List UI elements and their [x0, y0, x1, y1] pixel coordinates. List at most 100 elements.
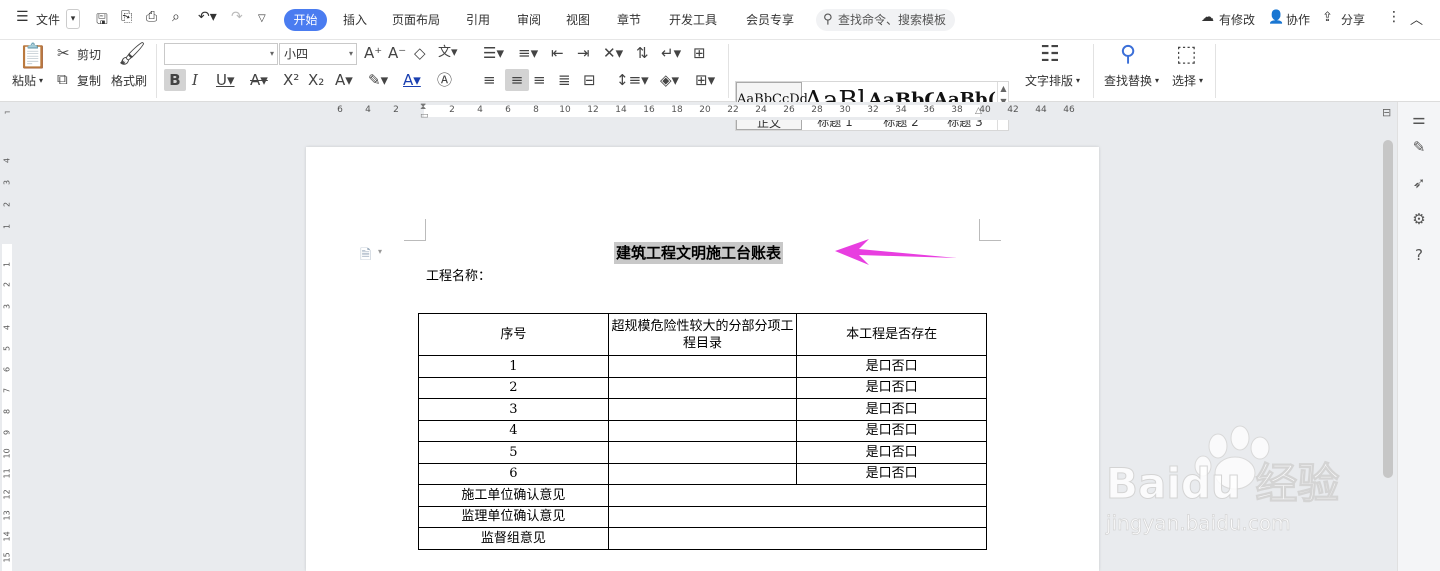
share-button[interactable]: 分享 — [1341, 11, 1365, 28]
select-button[interactable]: 选择 — [1172, 72, 1196, 89]
tab-member[interactable]: 会员专享 — [746, 11, 794, 28]
borders-icon[interactable]: ⊞▾ — [695, 71, 715, 89]
text-layout-button[interactable]: 文字排版 — [1025, 72, 1073, 89]
tab-view[interactable]: 视图 — [566, 11, 590, 28]
ledger-table[interactable]: 序号 超规模危险性较大的分部分项工程目录 本工程是否存在 1 是口否口 2 是口… — [418, 313, 988, 550]
collapse-ribbon-icon[interactable]: ︿ — [1410, 9, 1423, 28]
table-cell[interactable]: 是口否口 — [796, 462, 987, 485]
vertical-ruler[interactable]: 4 3 2 1 1 2 3 4 5 6 7 8 9 10 11 12 13 14 15 — [0, 120, 14, 571]
table-cell[interactable] — [607, 441, 798, 464]
print-preview-icon[interactable]: ⌕ — [172, 9, 180, 25]
phonetic-guide-icon[interactable]: 文▾ — [438, 44, 458, 62]
bold-icon[interactable]: B — [164, 69, 186, 91]
tab-references[interactable]: 引用 — [466, 11, 490, 28]
quick-access-more-icon[interactable]: ▽ — [258, 13, 266, 24]
help-icon[interactable]: ? — [1409, 246, 1429, 264]
tab-insert[interactable]: 插入 — [343, 11, 367, 28]
table-cell[interactable] — [607, 355, 798, 378]
cursor-icon[interactable]: ➶ — [1409, 174, 1429, 192]
align-right-icon[interactable]: ≡ — [533, 71, 546, 89]
document-page[interactable]: 🗎 ▾ 建筑工程文明施工台账表 工程名称： 序号 超规模危险性较大的分部分项工程… — [306, 147, 1099, 571]
right-indent-marker[interactable]: △ — [975, 106, 982, 116]
table-cell[interactable]: 4 — [418, 419, 609, 442]
left-indent-marker[interactable]: ▭ — [420, 111, 429, 121]
clear-format-icon[interactable]: ◇ — [414, 44, 426, 62]
tab-developer[interactable]: 开发工具 — [669, 11, 717, 28]
show-marks-icon[interactable]: ↵▾ — [661, 44, 681, 62]
settings-sliders-icon[interactable]: ⚙ — [1409, 210, 1429, 228]
text-effect-icon[interactable]: A▾ — [335, 71, 353, 89]
table-cell[interactable] — [607, 484, 988, 507]
table-lines-icon[interactable]: ⊞ — [693, 44, 706, 62]
table-cell[interactable] — [607, 419, 798, 442]
paragraph-menu-icon[interactable]: 🗎 — [360, 244, 371, 268]
print-icon[interactable]: ⎙ — [146, 9, 157, 25]
paste-dropdown-icon[interactable]: ▾ — [39, 76, 43, 85]
paste-icon[interactable]: 📋 — [18, 42, 48, 70]
tab-chapter[interactable]: 章节 — [617, 11, 641, 28]
file-menu[interactable]: 文件 — [36, 11, 60, 28]
split-view-icon[interactable]: ⊟ — [1382, 106, 1391, 119]
char-border-icon[interactable]: Ⓐ — [437, 71, 452, 89]
italic-icon[interactable]: I — [192, 71, 198, 89]
pen-icon[interactable]: ✎ — [1409, 138, 1429, 156]
header-cell[interactable]: 超规模危险性较大的分部分项工程目录 — [607, 313, 798, 356]
highlight-icon[interactable]: ✎▾ — [368, 71, 388, 89]
hamburger-icon[interactable]: ☰ — [16, 9, 29, 25]
line-spacing-icon[interactable]: ↕≡▾ — [616, 71, 649, 89]
has-changes-status[interactable]: 有修改 — [1219, 11, 1255, 28]
vertical-scrollbar[interactable] — [1381, 120, 1395, 571]
bullet-list-icon[interactable]: ☰▾ — [483, 44, 504, 62]
redo-icon[interactable]: ↷ — [231, 9, 243, 25]
table-cell[interactable]: 监督组意见 — [418, 527, 609, 550]
header-cell[interactable]: 序号 — [418, 313, 609, 356]
table-cell[interactable] — [607, 462, 798, 485]
table-cell[interactable] — [607, 398, 798, 421]
find-replace-button[interactable]: 查找替换 — [1104, 72, 1152, 89]
shrink-font-icon[interactable]: A⁻ — [388, 44, 406, 62]
format-painter-button[interactable]: 格式刷 — [111, 72, 147, 89]
underline-icon[interactable]: U▾ — [216, 71, 235, 89]
decrease-indent-icon[interactable]: ⇤ — [551, 44, 564, 62]
align-center-icon[interactable]: ≡ — [505, 69, 529, 91]
tab-review[interactable]: 审阅 — [517, 11, 541, 28]
font-name-select[interactable]: ▾ — [164, 43, 278, 65]
table-cell[interactable]: 2 — [418, 376, 609, 399]
save-icon[interactable]: 🖫 — [96, 9, 108, 33]
chinese-layout-icon[interactable]: ✕▾ — [603, 44, 623, 62]
table-cell[interactable]: 6 — [418, 462, 609, 485]
table-cell[interactable]: 是口否口 — [796, 355, 987, 378]
subscript-icon[interactable]: X₂ — [308, 71, 324, 89]
font-size-select[interactable]: 小四 ▾ — [279, 43, 357, 65]
table-cell[interactable]: 5 — [418, 441, 609, 464]
table-cell[interactable]: 施工单位确认意见 — [418, 484, 609, 507]
table-cell[interactable]: 监理单位确认意见 — [418, 505, 609, 528]
scrollbar-thumb[interactable] — [1383, 140, 1393, 478]
table-cell[interactable]: 是口否口 — [796, 398, 987, 421]
grow-font-icon[interactable]: A⁺ — [364, 44, 382, 62]
cut-button[interactable]: 剪切 — [77, 46, 101, 63]
align-left-icon[interactable]: ≡ — [483, 71, 496, 89]
table-cell[interactable]: 是口否口 — [796, 376, 987, 399]
font-color-icon[interactable]: A▾ — [403, 71, 421, 89]
more-options-icon[interactable]: ⋮ — [1387, 9, 1401, 25]
header-cell[interactable]: 本工程是否存在 — [796, 313, 987, 356]
copy-button[interactable]: 复制 — [77, 72, 101, 89]
table-cell[interactable]: 是口否口 — [796, 419, 987, 442]
chevron-down-icon[interactable]: ▾ — [378, 247, 382, 256]
collaborate-button[interactable]: 协作 — [1286, 11, 1310, 28]
sort-icon[interactable]: ⇅ — [636, 44, 649, 62]
paste-button[interactable]: 粘贴 — [12, 72, 36, 89]
horizontal-ruler[interactable]: ⌐ 6 4 2 2 4 6 8 10 12 14 16 18 20 22 24 26 28 30 32 34 36 38 4… — [0, 102, 1440, 121]
strikethrough-icon[interactable]: A▾ — [250, 71, 268, 89]
distribute-icon[interactable]: ⊟ — [583, 71, 596, 89]
undo-icon[interactable]: ↶▾ — [198, 9, 217, 25]
panel-menu-icon[interactable]: ⚌ — [1409, 110, 1429, 128]
tab-page-layout[interactable]: 页面布局 — [392, 11, 440, 28]
table-cell[interactable] — [607, 527, 988, 550]
export-icon[interactable]: ⎘ — [121, 9, 132, 25]
increase-indent-icon[interactable]: ⇥ — [577, 44, 590, 62]
table-cell[interactable]: 1 — [418, 355, 609, 378]
numbered-list-icon[interactable]: ≡▾ — [518, 44, 538, 62]
tab-stop-icon[interactable]: ⌐ — [4, 108, 11, 117]
